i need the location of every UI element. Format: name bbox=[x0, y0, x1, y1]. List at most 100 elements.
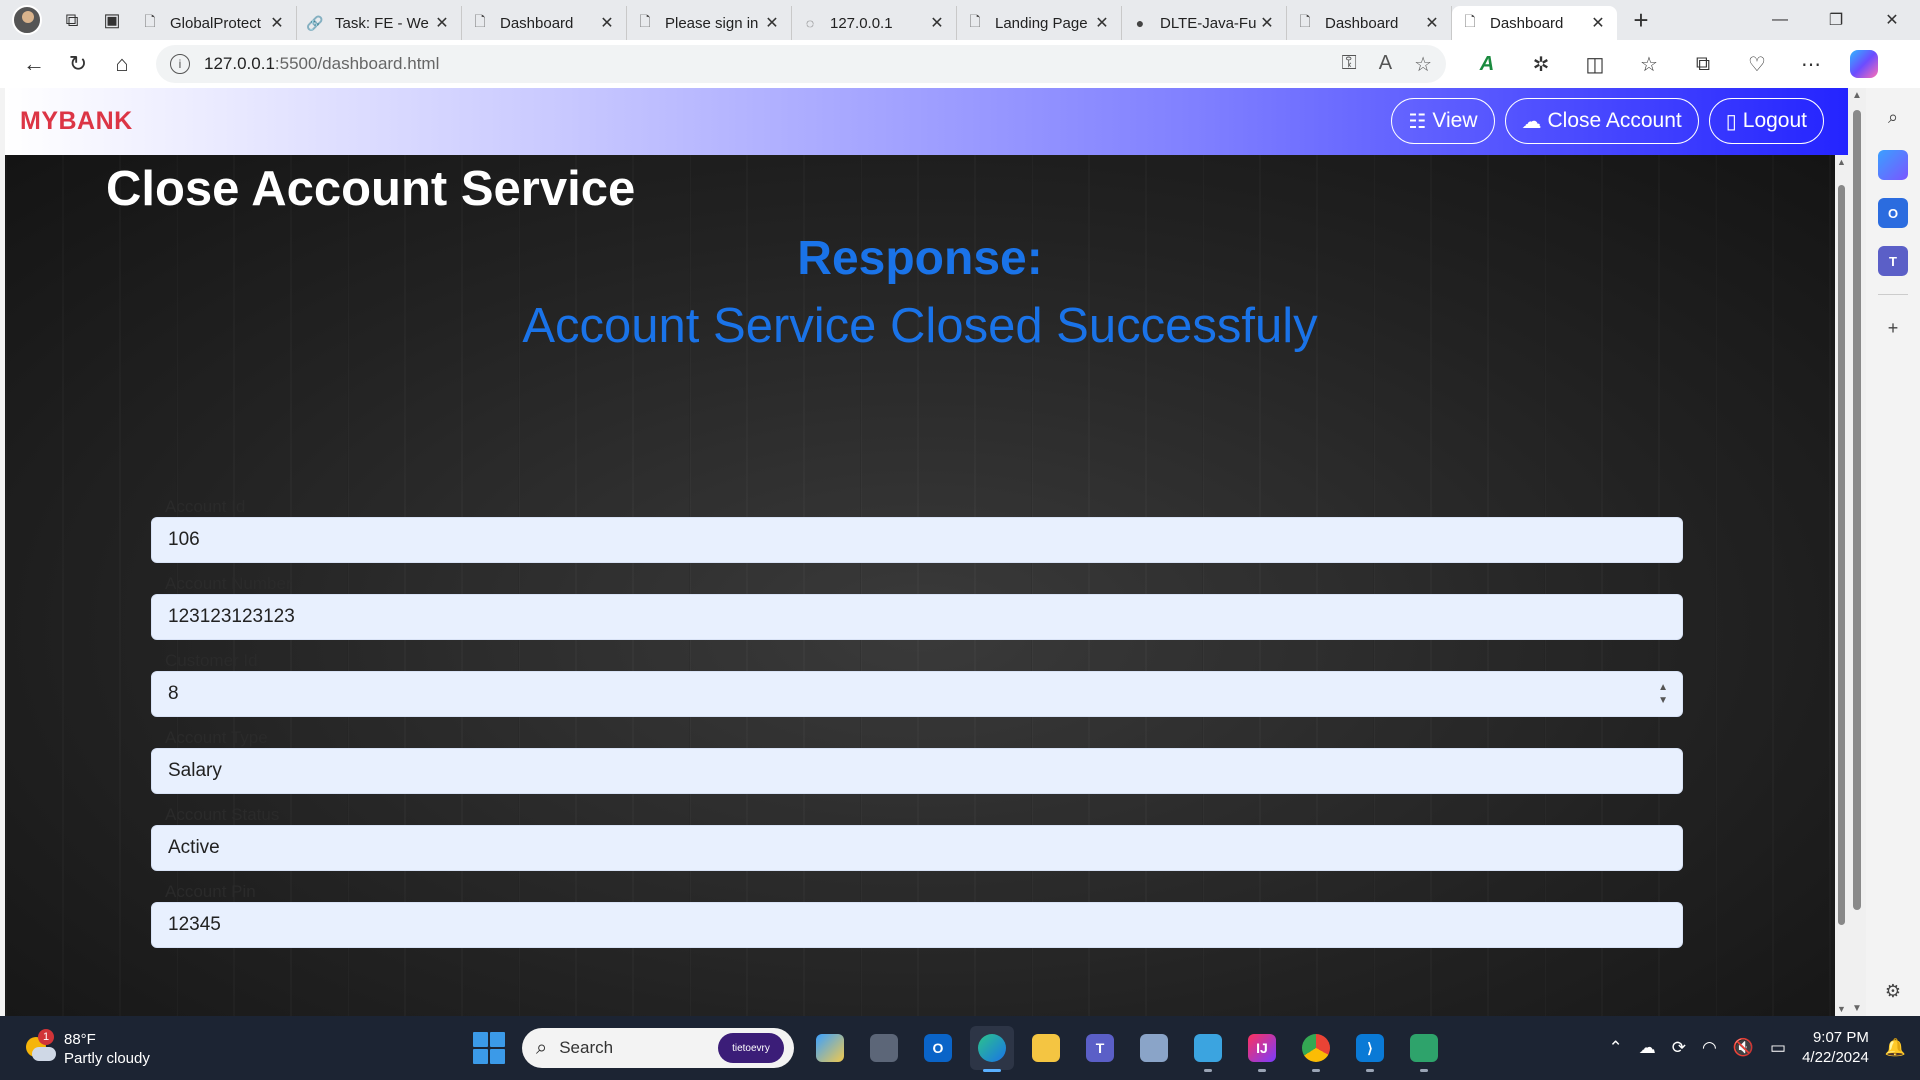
copilot-sidebar-icon[interactable] bbox=[1878, 150, 1908, 180]
close-icon[interactable]: ✕ bbox=[268, 14, 286, 32]
sync-icon[interactable]: ⟳ bbox=[1672, 1038, 1686, 1058]
back-arrow-icon[interactable]: ← bbox=[12, 44, 56, 84]
clock[interactable]: 9:07 PM 4/22/2024 bbox=[1802, 1028, 1869, 1068]
speaker-muted-icon[interactable]: 🔇 bbox=[1733, 1038, 1754, 1058]
workspaces-icon[interactable]: ⧉ bbox=[52, 4, 92, 36]
task-view-icon[interactable] bbox=[862, 1026, 906, 1070]
new-tab-button[interactable]: + bbox=[1621, 3, 1661, 37]
weather-temp: 88°F bbox=[64, 1031, 96, 1048]
scrollbar-thumb[interactable] bbox=[1853, 110, 1861, 910]
extension-a-icon[interactable]: A bbox=[1460, 44, 1514, 84]
list-icon: ☷ bbox=[1408, 110, 1427, 133]
weather-widget[interactable]: 1 88°F Partly cloudy bbox=[22, 1029, 150, 1068]
favorite-star-icon[interactable]: ☆ bbox=[1414, 52, 1432, 77]
browser-scrollbar[interactable]: ▲ ▼ bbox=[1848, 88, 1866, 1016]
favorites-icon[interactable]: ☆ bbox=[1622, 44, 1676, 84]
more-options-icon[interactable]: ⋯ bbox=[1784, 44, 1838, 84]
extensions-icon[interactable]: ✲ bbox=[1514, 44, 1568, 84]
notification-badge: 1 bbox=[38, 1029, 54, 1045]
logout-button[interactable]: ▯ Logout bbox=[1708, 98, 1824, 144]
wifi-icon[interactable]: ◠ bbox=[1702, 1038, 1717, 1058]
close-icon[interactable]: ✕ bbox=[1589, 14, 1607, 32]
battery-icon[interactable]: ▭ bbox=[1770, 1038, 1786, 1058]
account-status-field[interactable]: Active bbox=[151, 825, 1683, 871]
browser-tab[interactable]: 🗋 Dashboard ✕ bbox=[462, 6, 627, 40]
search-highlight-chip[interactable]: tietoevry bbox=[718, 1033, 784, 1063]
browser-tab[interactable]: 🗋 GlobalProtect ✕ bbox=[132, 6, 297, 40]
tab-actions-icon[interactable]: ▣ bbox=[92, 4, 132, 36]
window-close-icon[interactable]: ✕ bbox=[1864, 0, 1920, 40]
settings-gear-icon[interactable]: ⚙ bbox=[1878, 976, 1908, 1006]
file-explorer-icon[interactable] bbox=[1024, 1026, 1068, 1070]
taskbar-search[interactable]: ⌕ Search tietoevry bbox=[522, 1028, 794, 1068]
stepper-up-icon[interactable]: ▲ bbox=[1658, 681, 1668, 694]
teams-icon[interactable]: T bbox=[1878, 246, 1908, 276]
copilot-icon[interactable] bbox=[1850, 50, 1878, 78]
read-aloud-icon[interactable]: A bbox=[1379, 52, 1392, 77]
notification-bell-icon[interactable]: 🔔 bbox=[1885, 1038, 1906, 1058]
scroll-up-icon[interactable]: ▲ bbox=[1851, 90, 1863, 101]
collections-icon[interactable]: ⧉ bbox=[1676, 44, 1730, 84]
chrome-app-icon[interactable] bbox=[1294, 1026, 1338, 1072]
intellij-app-icon[interactable]: IJ bbox=[1240, 1026, 1284, 1072]
close-icon[interactable]: ✕ bbox=[1258, 14, 1276, 32]
browser-tab[interactable]: 🗋 Please sign in ✕ bbox=[627, 6, 792, 40]
onedrive-icon[interactable]: ☁ bbox=[1639, 1038, 1656, 1058]
close-icon[interactable]: ✕ bbox=[433, 14, 451, 32]
account-type-field[interactable]: Salary bbox=[151, 748, 1683, 794]
chevron-up-icon[interactable]: ⌃ bbox=[1609, 1038, 1623, 1058]
stepper-down-icon[interactable]: ▼ bbox=[1658, 694, 1668, 707]
profile-avatar[interactable] bbox=[12, 5, 42, 35]
close-icon[interactable]: ✕ bbox=[763, 14, 781, 32]
close-icon[interactable]: ✕ bbox=[928, 14, 946, 32]
outlook-app-icon[interactable]: O bbox=[916, 1026, 960, 1070]
scroll-down-icon[interactable]: ▼ bbox=[1851, 1003, 1863, 1014]
restore-icon[interactable]: ❐ bbox=[1808, 0, 1864, 40]
account-pin-value: 12345 bbox=[168, 914, 221, 935]
view-button[interactable]: ☷ View bbox=[1391, 98, 1495, 144]
media-app-icon[interactable] bbox=[1402, 1026, 1446, 1072]
split-screen-icon[interactable]: ◫ bbox=[1568, 44, 1622, 84]
close-account-button[interactable]: ☁ Close Account bbox=[1504, 98, 1699, 144]
account-id-field[interactable]: 106 bbox=[151, 517, 1683, 563]
windows-taskbar: 1 88°F Partly cloudy ⌕ Search tietoevry … bbox=[0, 1016, 1920, 1080]
account-pin-field[interactable]: 12345 bbox=[151, 902, 1683, 948]
outlook-icon[interactable]: O bbox=[1878, 198, 1908, 228]
edge-app-icon[interactable] bbox=[970, 1026, 1014, 1072]
browser-tab[interactable]: 🔗 Task: FE - We ✕ bbox=[297, 6, 462, 40]
vscode-app-icon[interactable]: ⟩ bbox=[1348, 1026, 1392, 1072]
page-scrollbar[interactable]: ▲ ▼ bbox=[1835, 155, 1848, 1016]
url-field[interactable]: i 127.0.0.1:5500/dashboard.html ⚿ A ☆ bbox=[156, 45, 1446, 83]
refresh-icon[interactable]: ↻ bbox=[56, 44, 100, 84]
notepad-app-icon[interactable] bbox=[1186, 1026, 1230, 1072]
system-tray: ⌃ ☁ ⟳ ◠ 🔇 ▭ 9:07 PM 4/22/2024 🔔 bbox=[1609, 1016, 1906, 1080]
browser-tab[interactable]: ◌ 127.0.0.1 ✕ bbox=[792, 6, 957, 40]
brand-logo[interactable]: MYBANK bbox=[20, 107, 133, 136]
customer-id-field[interactable]: 8 ▲ ▼ bbox=[151, 671, 1683, 717]
minimize-icon[interactable]: — bbox=[1752, 0, 1808, 40]
add-icon[interactable]: + bbox=[1878, 313, 1908, 343]
close-icon[interactable]: ✕ bbox=[598, 14, 616, 32]
home-icon[interactable]: ⌂ bbox=[100, 44, 144, 84]
close-icon[interactable]: ✕ bbox=[1093, 14, 1111, 32]
search-icon[interactable]: ⌕ bbox=[1878, 102, 1908, 132]
windows-start-icon[interactable] bbox=[473, 1032, 505, 1064]
close-icon[interactable]: ✕ bbox=[1423, 14, 1441, 32]
scroll-down-icon[interactable]: ▼ bbox=[1836, 1004, 1847, 1014]
browser-tab-active[interactable]: 🗋 Dashboard ✕ bbox=[1452, 6, 1617, 40]
teams-app-icon[interactable]: T bbox=[1078, 1026, 1122, 1070]
browser-essentials-icon[interactable]: ♡ bbox=[1730, 44, 1784, 84]
scrollbar-thumb[interactable] bbox=[1838, 185, 1845, 925]
copilot-app-icon[interactable] bbox=[808, 1026, 852, 1070]
weather-desc: Partly cloudy bbox=[64, 1050, 150, 1067]
key-icon[interactable]: ⚿ bbox=[1341, 52, 1356, 77]
info-icon[interactable]: i bbox=[170, 54, 190, 74]
browser-tab[interactable]: ● DLTE-Java-Fu ✕ bbox=[1122, 6, 1287, 40]
account-number-field[interactable]: 123123123123 bbox=[151, 594, 1683, 640]
installer-app-icon[interactable] bbox=[1132, 1026, 1176, 1070]
number-stepper[interactable]: ▲ ▼ bbox=[1658, 681, 1668, 707]
browser-tab[interactable]: 🗋 Landing Page ✕ bbox=[957, 6, 1122, 40]
browser-tab[interactable]: 🗋 Dashboard ✕ bbox=[1287, 6, 1452, 40]
customer-id-value: 8 bbox=[168, 683, 179, 704]
scroll-up-icon[interactable]: ▲ bbox=[1836, 157, 1847, 167]
